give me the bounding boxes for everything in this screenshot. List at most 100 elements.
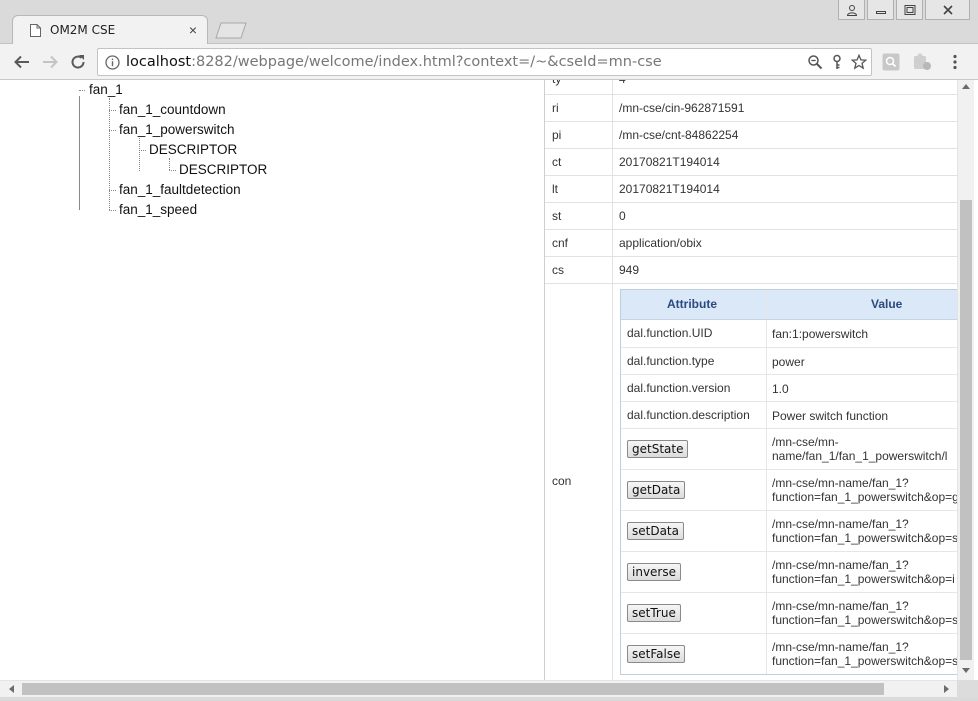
close-window-button[interactable] xyxy=(925,0,970,20)
tree-connector xyxy=(169,170,176,171)
attr-value: /mn-cse/cnt-84862254 xyxy=(619,128,739,142)
key-icon[interactable] xyxy=(829,54,845,70)
operation-path-line2: function=fan_1_powerswitch&op=i xyxy=(772,572,955,586)
browser-titlebar: OM2M CSE × xyxy=(0,0,978,45)
address-bar[interactable]: localhost:8282/webpage/welcome/index.htm… xyxy=(97,48,872,76)
getdata-button[interactable]: getData xyxy=(627,481,686,499)
menu-button[interactable] xyxy=(946,53,964,71)
tree-connector xyxy=(109,110,116,111)
column-separator xyxy=(766,375,767,401)
tree-node-countdown[interactable]: fan_1_countdown xyxy=(119,102,226,117)
operation-path-line1: /mn-cse/mn-name/fan_1? xyxy=(772,640,909,654)
tree-connector xyxy=(139,150,146,151)
operation-path-line1: /mn-cse/mn-name/fan_1? xyxy=(772,517,909,531)
zoom-icon[interactable] xyxy=(807,54,823,70)
extension-puzzle-icon[interactable] xyxy=(913,53,931,71)
con-value: power xyxy=(772,355,805,369)
window-bottom-border xyxy=(0,697,978,701)
attr-key: lt xyxy=(552,182,558,196)
attr-row-pi: pi /mn-cse/cnt-84862254 xyxy=(545,122,957,149)
attr-value: application/obix xyxy=(619,236,702,250)
forward-button[interactable] xyxy=(40,52,60,72)
operation-path-line1: /mn-cse/mn-name/fan_1? xyxy=(772,476,909,490)
attr-value: 0 xyxy=(619,209,626,223)
reload-icon xyxy=(71,55,85,69)
close-icon xyxy=(942,4,953,15)
attr-row-ct: ct 20170821T194014 xyxy=(545,149,957,176)
attr-value: 20170821T194014 xyxy=(619,182,720,196)
operation-path-line2: function=fan_1_powerswitch&op=g xyxy=(772,490,959,504)
attr-key: ct xyxy=(552,155,562,169)
con-value: 1.0 xyxy=(772,382,789,396)
con-operation-row: getData /mn-cse/mn-name/fan_1? function=… xyxy=(621,469,964,510)
tree-node-fan-1[interactable]: fan_1 xyxy=(89,82,123,97)
tree-connector xyxy=(109,190,116,191)
star-icon[interactable] xyxy=(850,53,868,70)
attr-value: 20170821T194014 xyxy=(619,155,720,169)
tab-title: OM2M CSE xyxy=(50,23,116,37)
tree-node-speed[interactable]: fan_1_speed xyxy=(119,202,197,217)
attr-value: 949 xyxy=(619,263,640,277)
settrue-button[interactable]: setTrue xyxy=(627,604,681,622)
page-content: fan_1 fan_1_countdown fan_1_powerswitch … xyxy=(0,80,978,680)
con-info-row: dal.function.version 1.0 xyxy=(621,374,964,401)
attr-row-cnf: cnf application/obix xyxy=(545,230,957,257)
con-table-header: Attribute Value xyxy=(621,290,964,320)
tree-node-descriptor-child[interactable]: DESCRIPTOR xyxy=(179,162,267,177)
scroll-down-arrow-icon[interactable] xyxy=(962,668,970,673)
restore-icon xyxy=(904,4,915,15)
window-controls xyxy=(838,0,970,20)
tree-connector xyxy=(109,98,110,210)
getstate-button[interactable]: getState xyxy=(627,440,689,458)
attr-value: /mn-cse/cin-962871591 xyxy=(619,101,745,115)
vertical-scrollbar[interactable] xyxy=(957,80,974,680)
inverse-button[interactable]: inverse xyxy=(627,563,681,581)
horizontal-scroll-thumb[interactable] xyxy=(22,683,884,695)
minimize-icon xyxy=(875,10,886,14)
con-key: dal.function.UID xyxy=(627,326,713,340)
reload-button[interactable] xyxy=(68,52,88,72)
browser-toolbar: localhost:8282/webpage/welcome/index.htm… xyxy=(0,44,978,80)
column-separator xyxy=(766,429,767,469)
con-table: Attribute Value dal.function.UID fan:1:p… xyxy=(620,289,965,675)
profile-button[interactable] xyxy=(838,0,865,20)
scroll-right-arrow-icon[interactable] xyxy=(944,685,949,693)
setdata-button[interactable]: setData xyxy=(627,522,684,540)
tree-node-powerswitch[interactable]: fan_1_powerswitch xyxy=(119,122,235,137)
attr-key: cs xyxy=(552,263,564,277)
maximize-button[interactable] xyxy=(896,0,923,20)
attr-key: ty xyxy=(552,80,561,86)
con-key: dal.function.description xyxy=(627,408,750,422)
vertical-scroll-thumb[interactable] xyxy=(960,200,972,660)
kebab-menu-icon xyxy=(953,54,957,70)
new-tab-button[interactable] xyxy=(215,22,247,39)
back-button[interactable] xyxy=(12,52,32,72)
tree-node-faultdetection[interactable]: fan_1_faultdetection xyxy=(119,182,241,197)
con-value: fan:1:powerswitch xyxy=(772,327,869,341)
setfalse-button[interactable]: setFalse xyxy=(627,645,686,663)
con-operation-row: setFalse /mn-cse/mn-name/fan_1? function… xyxy=(621,633,964,674)
url-text[interactable]: localhost:8282/webpage/welcome/index.htm… xyxy=(126,54,662,70)
con-info-row: dal.function.description Power switch fu… xyxy=(621,401,964,428)
tree-connector xyxy=(139,138,140,171)
browser-tab[interactable]: OM2M CSE × xyxy=(12,15,208,45)
page-icon xyxy=(30,24,41,37)
tree-connector xyxy=(79,90,85,91)
attr-key: cnf xyxy=(552,236,569,250)
scroll-up-arrow-icon[interactable] xyxy=(962,84,970,89)
operation-path-line1: /mn-cse/mn-name/fan_1? xyxy=(772,558,909,572)
minimize-button[interactable] xyxy=(867,0,894,20)
tree-node-descriptor[interactable]: DESCRIPTOR xyxy=(149,142,237,157)
attr-row-ri: ri /mn-cse/cin-962871591 xyxy=(545,95,957,122)
column-separator xyxy=(766,290,767,319)
horizontal-scrollbar[interactable] xyxy=(0,680,957,697)
attr-row-st: st 0 xyxy=(545,203,957,230)
info-icon[interactable] xyxy=(105,55,120,70)
con-operation-row: getState /mn-cse/mn- name/fan_1/fan_1_po… xyxy=(621,428,964,469)
attr-key: pi xyxy=(552,128,562,142)
scroll-left-arrow-icon[interactable] xyxy=(9,685,14,693)
close-tab-icon[interactable]: × xyxy=(185,22,201,38)
url-path: :8282/webpage/welcome/index.html?context… xyxy=(191,54,662,70)
extension-search-icon[interactable] xyxy=(882,53,900,71)
tree-connector xyxy=(79,96,80,210)
